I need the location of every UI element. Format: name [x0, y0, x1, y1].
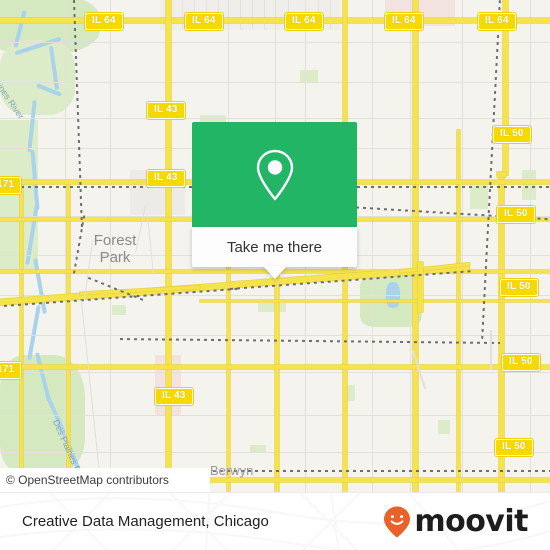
highway-shield-il-64: IL 64	[385, 13, 423, 30]
street	[330, 0, 331, 30]
street	[410, 0, 412, 492]
highway-shield-il-50: IL 50	[497, 206, 535, 223]
park-area	[258, 303, 286, 312]
arterial-road	[0, 365, 550, 369]
expressway-interchange	[418, 262, 423, 312]
street	[240, 0, 241, 30]
highway-shield-il-50: IL 50	[495, 439, 533, 456]
highway-il-64	[0, 18, 550, 23]
highway-il-43	[166, 0, 171, 492]
highway-shield-il-64: IL 64	[478, 13, 516, 30]
place-label-line: Park	[99, 249, 131, 266]
park-area	[438, 420, 450, 434]
map-screenshot: Forest Park Berwyn Des Plaines River Des…	[0, 0, 550, 550]
map-pin-icon	[256, 149, 293, 200]
highway-shield-il-43: IL 43	[147, 102, 185, 119]
arterial-road	[457, 130, 461, 492]
highway-shield-il-64: IL 64	[285, 13, 323, 30]
highway-shield-il-64: IL 64	[85, 13, 123, 30]
take-me-there-label: Take me there	[226, 238, 323, 256]
highway-shield-il-50: IL 50	[500, 279, 538, 296]
arterial-road	[200, 300, 550, 303]
map-canvas[interactable]: Forest Park Berwyn Des Plaines River Des…	[0, 0, 550, 492]
osm-attribution: © OpenStreetMap contributors	[0, 468, 210, 492]
highway-shield-il-50: IL 50	[502, 354, 540, 371]
street	[252, 0, 253, 30]
arterial-road	[20, 180, 24, 492]
highway-il-50-jog	[497, 172, 506, 177]
highway-shield-il-171: 171	[0, 362, 22, 379]
rail-curve	[490, 330, 492, 370]
highway-shield-il-43: IL 43	[155, 388, 193, 405]
moovit-smiley-pin-icon	[384, 506, 411, 537]
moovit-wordmark: moovit	[414, 503, 528, 539]
arterial-road	[275, 270, 279, 492]
highway-shield-il-50: IL 50	[493, 126, 531, 143]
highway-shield-il-64: IL 64	[185, 13, 223, 30]
footer-bar: Creative Data Management, Chicago moovit	[0, 492, 550, 550]
page-title: Creative Data Management, Chicago	[22, 513, 269, 530]
street	[372, 0, 374, 492]
railway	[120, 338, 500, 344]
moovit-brand[interactable]: moovit	[382, 505, 528, 539]
street	[264, 0, 265, 30]
arterial-road	[413, 0, 418, 492]
highway-shield-il-43: IL 43	[147, 170, 185, 187]
place-label-line: Forest	[93, 232, 137, 249]
take-me-there-popup[interactable]: Take me there	[192, 122, 357, 279]
park-area	[0, 120, 38, 270]
street	[530, 0, 532, 492]
river	[27, 305, 41, 360]
place-label-forest-park: Forest Park	[70, 232, 160, 266]
street	[462, 0, 464, 492]
street	[182, 0, 183, 30]
park-area	[112, 305, 126, 315]
park-area	[470, 185, 488, 209]
osm-attribution-text: © OpenStreetMap contributors	[6, 473, 169, 487]
take-me-there-button[interactable]: Take me there	[192, 227, 357, 279]
highway-shield-il-171: 171	[0, 177, 22, 194]
park-area	[522, 170, 536, 200]
popup-pointer	[262, 266, 287, 279]
place-label-berwyn: Berwyn	[210, 463, 254, 478]
popup-icon-panel	[192, 122, 357, 227]
park-area	[300, 70, 318, 82]
